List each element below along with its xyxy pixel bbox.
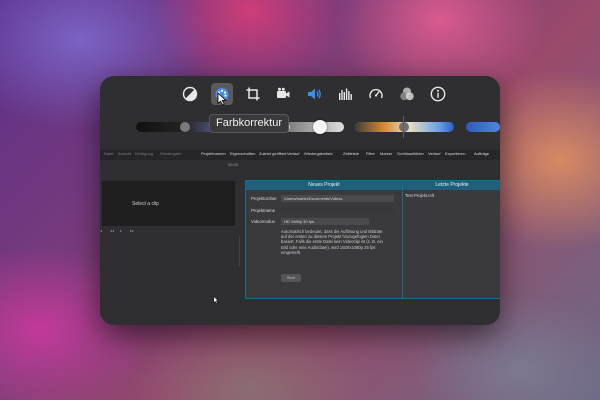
timecode-label: 00:00 xyxy=(228,162,239,167)
skip-back-icon[interactable]: ◂ xyxy=(100,228,102,233)
menu-item[interactable]: Einfügung xyxy=(135,151,153,156)
mouse-pointer-icon xyxy=(217,92,227,111)
menu-bar: Datei Ansicht Einfügung Wiedergabe Proje… xyxy=(100,150,500,160)
start-button[interactable]: Start xyxy=(281,274,301,282)
menu-item[interactable]: Verlauf xyxy=(287,151,299,156)
tint-slider-track[interactable] xyxy=(466,122,500,132)
forward-icon[interactable]: ▸▸ xyxy=(130,228,134,233)
highlight-slider-handle[interactable] xyxy=(313,120,327,134)
slider-divider xyxy=(403,116,404,138)
recent-projects-panel: Letzte Projekte Test-Projekt.mlt xyxy=(402,180,500,299)
project-name-field[interactable] xyxy=(281,207,394,214)
shadow-slider-handle[interactable] xyxy=(180,122,190,132)
play-icon[interactable]: ▸ xyxy=(120,228,122,233)
speaker-icon[interactable] xyxy=(304,84,324,104)
menu-item[interactable]: Zeitleiste xyxy=(343,151,359,156)
equalizer-icon[interactable] xyxy=(336,84,356,104)
menu-item[interactable]: Filter xyxy=(366,151,375,156)
menu-item[interactable]: Wiedergabe xyxy=(160,151,182,156)
video-mode-label: Videomodus xyxy=(251,219,275,224)
video-camera-icon[interactable] xyxy=(273,84,293,104)
menu-item[interactable]: Ansicht xyxy=(118,151,131,156)
project-folder-label: Projektordner xyxy=(251,196,277,201)
menu-item[interactable]: Zuletzt geöffnet xyxy=(259,151,287,156)
rewind-icon[interactable]: ◂◂ xyxy=(110,228,114,233)
panel-splitter[interactable] xyxy=(239,236,240,266)
project-folder-field[interactable]: /Users/martin/Documents/Videos xyxy=(281,195,394,202)
new-project-panel: Neues Projekt Projektordner /Users/marti… xyxy=(245,180,403,299)
project-name-label: Projektname xyxy=(251,208,276,213)
crop-icon[interactable] xyxy=(243,84,263,104)
recent-projects-title: Letzte Projekte xyxy=(403,181,500,190)
recent-project-item[interactable]: Test-Projekt.mlt xyxy=(405,193,434,198)
video-mode-description: Automatisch bedeutet, dass die Auflösung… xyxy=(281,229,383,255)
contrast-icon[interactable] xyxy=(180,84,200,104)
menu-item[interactable]: Marker xyxy=(380,151,392,156)
speedometer-icon[interactable] xyxy=(366,84,386,104)
menu-item[interactable]: Aufträge xyxy=(474,151,489,156)
tooltip: Farbkorrektur xyxy=(209,114,290,133)
temperature-slider-handle[interactable] xyxy=(399,122,409,132)
mouse-pointer-icon xyxy=(213,291,219,309)
new-project-title: Neues Projekt xyxy=(246,181,402,190)
info-icon[interactable] xyxy=(428,84,448,104)
menu-item[interactable]: Datei xyxy=(104,151,113,156)
color-circles-icon[interactable] xyxy=(397,84,417,104)
source-placeholder: Select a clip xyxy=(132,201,159,207)
menu-item[interactable]: Exportieren xyxy=(445,151,465,156)
menu-item[interactable]: Projektnamen xyxy=(201,151,226,156)
filter-toolbar xyxy=(100,76,500,112)
source-player[interactable]: Select a clip xyxy=(102,181,235,226)
menu-item[interactable]: Verlauf xyxy=(428,151,440,156)
app-window: Farbkorrektur Datei Ansicht Einfügung Wi… xyxy=(100,76,500,325)
color-slider-strip xyxy=(100,116,500,138)
video-mode-select[interactable]: HD 1080p 30 fps xyxy=(281,218,369,225)
menu-item[interactable]: Wiedergabeliste xyxy=(304,151,333,156)
menu-item[interactable]: Schlüsselbilder xyxy=(397,151,424,156)
menu-item[interactable]: Eigenschaften xyxy=(230,151,255,156)
